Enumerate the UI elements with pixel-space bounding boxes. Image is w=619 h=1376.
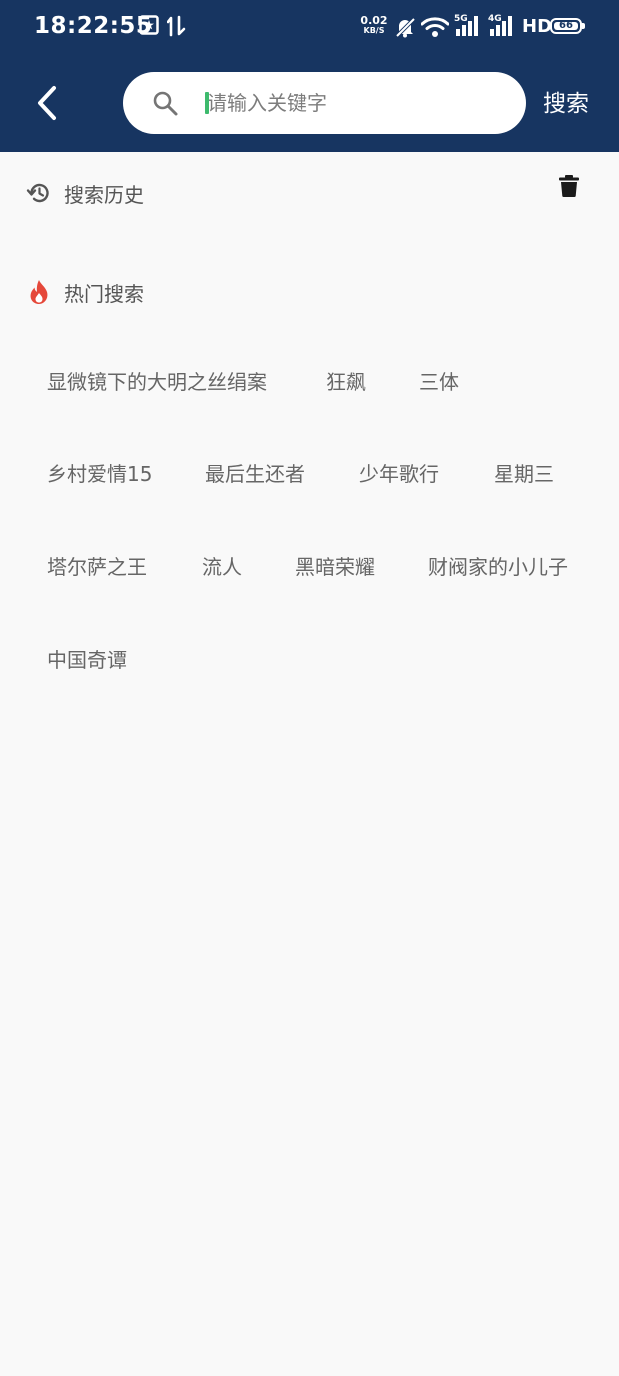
network-speed-value: 0.02 bbox=[360, 14, 388, 27]
network-speed: 0.02 KB/S bbox=[360, 14, 388, 36]
hot-search-tag[interactable]: 乡村爱情15 bbox=[47, 460, 152, 488]
notification-app-icon bbox=[139, 15, 159, 35]
hot-search-tag[interactable]: 塔尔萨之王 bbox=[47, 553, 147, 581]
hot-search-tag[interactable]: 少年歌行 bbox=[359, 460, 439, 488]
hot-search-tag[interactable]: 显微镜下的大明之丝绢案 bbox=[47, 368, 267, 396]
search-icon bbox=[153, 91, 178, 116]
history-icon bbox=[26, 180, 52, 206]
hot-search-tag[interactable]: 中国奇谭 bbox=[47, 646, 127, 674]
network-speed-unit: KB/S bbox=[363, 26, 385, 35]
status-bar: 18:22:55 0.02 KB/S 5G 4G HD 66 bbox=[0, 0, 619, 56]
hot-search-tag[interactable]: 黑暗荣耀 bbox=[295, 553, 375, 581]
signal-bars-icon bbox=[490, 16, 512, 36]
hot-search-tag[interactable]: 最后生还者 bbox=[205, 460, 305, 488]
search-button[interactable]: 搜索 bbox=[543, 88, 589, 120]
hot-search-tag[interactable]: 星期三 bbox=[494, 460, 554, 488]
search-input[interactable] bbox=[203, 86, 507, 120]
trash-icon[interactable] bbox=[558, 174, 580, 198]
mute-bell-icon bbox=[395, 17, 416, 38]
battery-level: 66 bbox=[559, 20, 573, 31]
signal-5g-indicator: 5G bbox=[454, 14, 484, 38]
search-box[interactable] bbox=[123, 72, 526, 134]
chevron-left-icon bbox=[38, 86, 56, 120]
status-time: 18:22:55 bbox=[34, 13, 153, 39]
history-title: 搜索历史 bbox=[64, 182, 144, 207]
hot-search-tag[interactable]: 三体 bbox=[419, 368, 459, 396]
history-section-header: 搜索历史 bbox=[26, 178, 144, 208]
hot-title: 热门搜索 bbox=[64, 281, 144, 306]
signal-bars-icon bbox=[456, 16, 478, 36]
hd-label: HD bbox=[522, 16, 553, 37]
hot-section-header: 热门搜索 bbox=[26, 277, 144, 307]
back-button[interactable] bbox=[28, 80, 68, 126]
top-bar: 18:22:55 0.02 KB/S 5G 4G HD 66 请输入关键字 搜索 bbox=[0, 0, 619, 152]
signal-4g-indicator: 4G bbox=[488, 14, 518, 38]
battery-tip bbox=[582, 23, 585, 29]
battery-icon: 66 bbox=[550, 18, 582, 34]
hot-search-tag[interactable]: 财阀家的小儿子 bbox=[428, 553, 568, 581]
fire-icon bbox=[26, 279, 52, 305]
wifi-icon bbox=[421, 17, 449, 37]
data-transfer-icon bbox=[167, 15, 186, 37]
hot-search-tag[interactable]: 流人 bbox=[202, 553, 242, 581]
hot-search-tag[interactable]: 狂飙 bbox=[326, 368, 366, 396]
text-caret bbox=[205, 92, 209, 114]
